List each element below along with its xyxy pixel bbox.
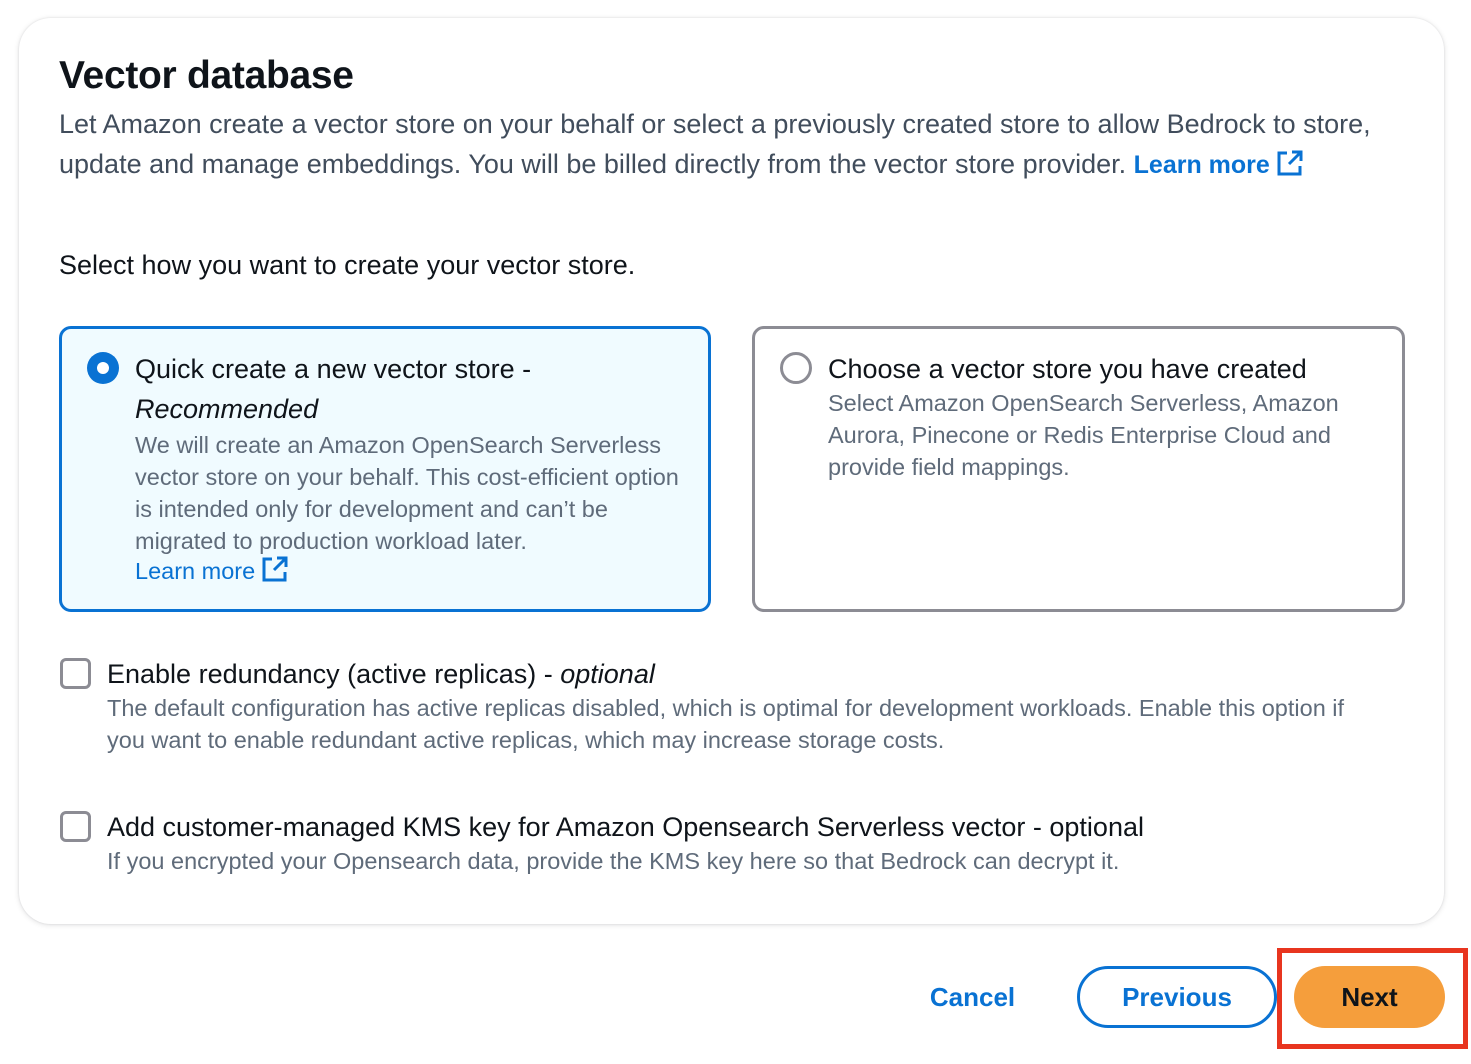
kms-key-description: If you encrypted your Opensearch data, p…: [107, 848, 1120, 874]
section-description: Let Amazon create a vector store on your…: [59, 104, 1399, 189]
cancel-button[interactable]: Cancel: [915, 966, 1030, 1028]
external-link-icon: [1276, 149, 1304, 189]
optional-label: optional: [560, 659, 655, 689]
radio-selected-icon[interactable]: [87, 352, 119, 384]
quick-create-description: We will create an Amazon OpenSearch Serv…: [135, 432, 679, 554]
external-link-icon: [261, 555, 289, 589]
radio-unselected-icon[interactable]: [780, 352, 812, 384]
previous-button[interactable]: Previous: [1077, 966, 1277, 1028]
redundancy-description: The default configuration has active rep…: [107, 695, 1345, 753]
existing-store-title: Choose a vector store you have created: [828, 354, 1307, 384]
next-button-highlight-box: [1277, 948, 1468, 1049]
redundancy-checkbox[interactable]: [60, 658, 91, 689]
existing-store-option[interactable]: Choose a vector store you have created S…: [752, 326, 1405, 612]
learn-more-link[interactable]: Learn more: [1134, 150, 1304, 179]
existing-store-description: Select Amazon OpenSearch Serverless, Ama…: [828, 390, 1339, 480]
vector-database-panel: Vector database Let Amazon create a vect…: [19, 18, 1444, 924]
quick-create-learn-more-link[interactable]: Learn more: [135, 556, 289, 584]
selection-prompt: Select how you want to create your vecto…: [59, 250, 636, 280]
redundancy-label[interactable]: Enable redundancy (active replicas) - op…: [107, 654, 655, 694]
quick-create-option[interactable]: Quick create a new vector store - Recomm…: [59, 326, 711, 612]
kms-key-checkbox[interactable]: [60, 811, 91, 842]
recommended-label: Recommended: [135, 394, 319, 424]
quick-create-title: Quick create a new vector store - Recomm…: [135, 354, 532, 424]
kms-key-label[interactable]: Add customer-managed KMS key for Amazon …: [107, 807, 1144, 847]
section-title: Vector database: [59, 54, 354, 97]
